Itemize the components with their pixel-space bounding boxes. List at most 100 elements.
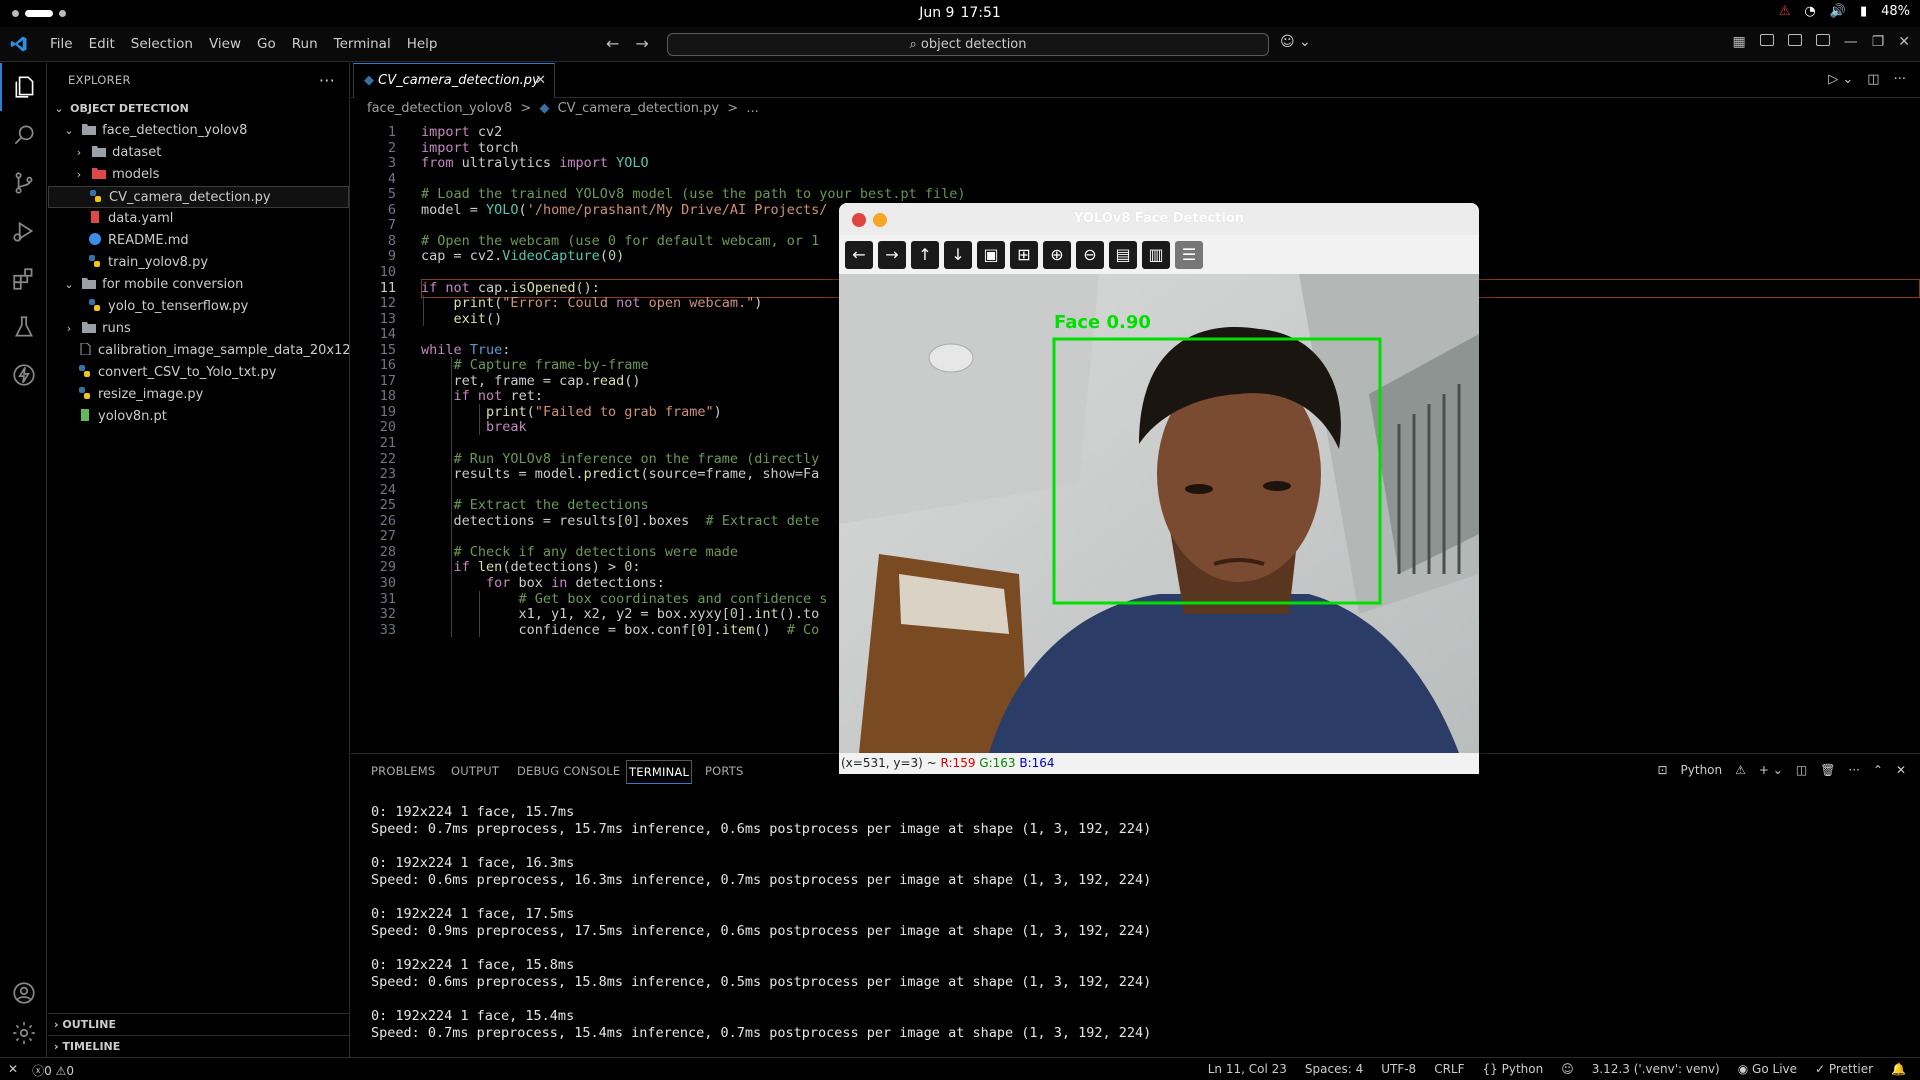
zoom-fit-icon[interactable]: ⊞ — [1010, 240, 1038, 269]
forward-arrow-icon[interactable]: → — [635, 34, 648, 53]
chevron-down-icon: ⌄ — [64, 124, 74, 137]
properties-icon[interactable]: ☰ — [1175, 240, 1203, 269]
chevron-right-icon: › — [76, 168, 82, 181]
save-image-icon[interactable]: ▤ — [1109, 240, 1137, 269]
restore-icon[interactable]: ❐ — [1872, 34, 1885, 50]
menu-selection[interactable]: Selection — [123, 36, 201, 52]
tree-file-yolov8n-pt[interactable]: yolov8n.pt — [48, 406, 349, 428]
new-terminal-icon[interactable]: + ⌄ — [1759, 763, 1783, 777]
tab-ports[interactable]: PORTS — [705, 764, 743, 778]
copy-image-icon[interactable]: ▥ — [1142, 240, 1170, 269]
source-control-icon[interactable] — [0, 159, 47, 207]
opencv-titlebar[interactable]: YOLOv8 Face Detection — [839, 203, 1479, 235]
toggle-panel-icon[interactable] — [1787, 34, 1802, 46]
run-debug-icon[interactable] — [0, 207, 47, 255]
minimize-window-icon[interactable] — [873, 213, 887, 227]
customize-layout-icon[interactable]: ▦ — [1732, 34, 1745, 50]
more-actions-icon[interactable]: ··· — [319, 63, 335, 98]
workspace-root[interactable]: ⌄ OBJECT DETECTION — [48, 98, 349, 120]
split-editor-icon[interactable]: ◫ — [1867, 72, 1879, 87]
remote-icon[interactable]: ✕ — [8, 1062, 18, 1079]
encoding[interactable]: UTF-8 — [1381, 1062, 1416, 1076]
outline-section[interactable]: › OUTLINE — [48, 1013, 350, 1035]
tree-folder-mobile-conversion[interactable]: ⌄ for mobile conversion — [48, 274, 349, 296]
menu-file[interactable]: File — [42, 36, 81, 52]
webcam-frame[interactable]: Face 0.90 — [839, 274, 1479, 753]
zoom-in-icon[interactable]: ⊕ — [1043, 240, 1071, 269]
tree-folder-models[interactable]: › models — [48, 164, 349, 186]
tab-output[interactable]: OUTPUT — [451, 764, 499, 778]
more-actions-icon[interactable]: ··· — [1848, 763, 1859, 777]
command-center-search[interactable]: ⌕ object detection — [667, 33, 1269, 56]
testing-icon[interactable] — [0, 303, 47, 351]
breadcrumb-file[interactable]: CV_camera_detection.py — [558, 101, 720, 116]
more-actions-icon[interactable]: ··· — [1894, 72, 1906, 87]
run-python-icon[interactable]: ▷ ⌄ — [1828, 72, 1853, 87]
system-tray[interactable]: ⚠ ◔ 🔊 ▮ 48% — [1779, 4, 1910, 19]
zoom-out-icon[interactable]: ⊖ — [1076, 240, 1104, 269]
terminal-shell-name[interactable]: Python — [1681, 763, 1723, 777]
problems-summary[interactable]: ⓧ0 ⚠0 — [32, 1062, 74, 1079]
python-interpreter[interactable]: 3.12.3 ('.venv': venv) — [1592, 1062, 1720, 1076]
close-panel-icon[interactable]: ✕ — [1896, 763, 1906, 777]
tab-debug-console[interactable]: DEBUG CONSOLE — [517, 764, 620, 778]
tree-file-cv-camera-detection[interactable]: CV_camera_detection.py — [48, 186, 349, 208]
close-tab-icon[interactable]: ✕ — [535, 64, 546, 98]
close-icon[interactable]: ✕ — [1898, 34, 1910, 50]
menu-help[interactable]: Help — [399, 36, 446, 52]
close-window-icon[interactable] — [852, 213, 866, 227]
menu-terminal[interactable]: Terminal — [326, 36, 399, 52]
indentation[interactable]: Spaces: 4 — [1305, 1062, 1363, 1076]
tree-file-yolo-to-tenserflow[interactable]: yolo_to_tenserflow.py — [48, 296, 349, 318]
cursor-position[interactable]: Ln 11, Col 23 — [1208, 1062, 1287, 1076]
go-live[interactable]: ◉ Go Live — [1738, 1062, 1797, 1076]
tree-file-data-yaml[interactable]: data.yaml — [48, 208, 349, 230]
pan-up-icon[interactable]: ↑ — [911, 240, 939, 269]
copilot-status-icon[interactable]: ☺ — [1561, 1062, 1574, 1076]
back-arrow-icon[interactable]: ← — [606, 34, 619, 53]
line-endings[interactable]: CRLF — [1434, 1062, 1464, 1076]
menu-run[interactable]: Run — [284, 36, 326, 52]
menu-edit[interactable]: Edit — [81, 36, 123, 52]
language-mode[interactable]: {} Python — [1483, 1062, 1544, 1076]
pan-left-icon[interactable]: ← — [845, 240, 873, 269]
search-icon[interactable] — [0, 111, 47, 159]
zoom-reset-icon[interactable]: ▣ — [977, 240, 1005, 269]
maximize-panel-icon[interactable]: ⌃ — [1873, 763, 1883, 777]
clock[interactable]: Jun 9 17:51 — [0, 5, 1920, 21]
lightning-icon[interactable] — [0, 351, 47, 399]
terminal-output[interactable]: 0: 192x224 1 face, 15.7ms Speed: 0.7ms pr… — [371, 804, 1151, 1042]
tab-problems[interactable]: PROBLEMS — [371, 764, 435, 778]
breadcrumb-symbol[interactable]: ... — [746, 101, 758, 116]
tree-folder-runs[interactable]: › runs — [48, 318, 349, 340]
extensions-icon[interactable] — [0, 255, 47, 303]
tree-file-convert-csv[interactable]: convert_CSV_to_Yolo_txt.py — [48, 362, 349, 384]
tree-folder-face-detection[interactable]: ⌄ face_detection_yolov8 — [48, 120, 349, 142]
tree-file-readme[interactable]: README.md — [48, 230, 349, 252]
pan-right-icon[interactable]: → — [878, 240, 906, 269]
explorer-icon[interactable] — [0, 63, 47, 111]
notifications-bell-icon[interactable]: 🔔 — [1891, 1062, 1906, 1076]
trash-icon[interactable]: 🗑 — [1820, 763, 1835, 777]
timeline-section[interactable]: › TIMELINE — [48, 1035, 350, 1057]
copilot-icon[interactable]: ☺ ⌄ — [1280, 34, 1311, 50]
code-line: break — [486, 419, 527, 436]
bottom-panel: PROBLEMS OUTPUT DEBUG CONSOLE TERMINAL P… — [351, 753, 1920, 1057]
minimize-icon[interactable]: — — [1844, 34, 1858, 50]
tree-file-train-yolov8[interactable]: train_yolov8.py — [48, 252, 349, 274]
menu-view[interactable]: View — [201, 36, 249, 52]
pan-down-icon[interactable]: ↓ — [944, 240, 972, 269]
prettier[interactable]: ✓ Prettier — [1815, 1062, 1873, 1076]
battery-icon: ▮ — [1859, 4, 1868, 19]
toggle-sidebar-icon[interactable] — [1759, 34, 1774, 46]
split-terminal-icon[interactable]: ◫ — [1796, 763, 1807, 777]
breadcrumb-folder[interactable]: face_detection_yolov8 — [367, 101, 512, 116]
tree-file-resize-image[interactable]: resize_image.py — [48, 384, 349, 406]
settings-gear-icon[interactable] — [0, 1009, 47, 1057]
tree-file-calibration[interactable]: calibration_image_sample_data_20x12... — [48, 340, 349, 362]
menu-go[interactable]: Go — [249, 36, 284, 52]
tree-folder-dataset[interactable]: › dataset — [48, 142, 349, 164]
tab-cv-camera-detection[interactable]: ◆ CV_camera_detection.py ✕ — [353, 63, 555, 98]
tab-terminal[interactable]: TERMINAL — [626, 760, 693, 784]
toggle-secondary-sidebar-icon[interactable] — [1815, 34, 1830, 46]
